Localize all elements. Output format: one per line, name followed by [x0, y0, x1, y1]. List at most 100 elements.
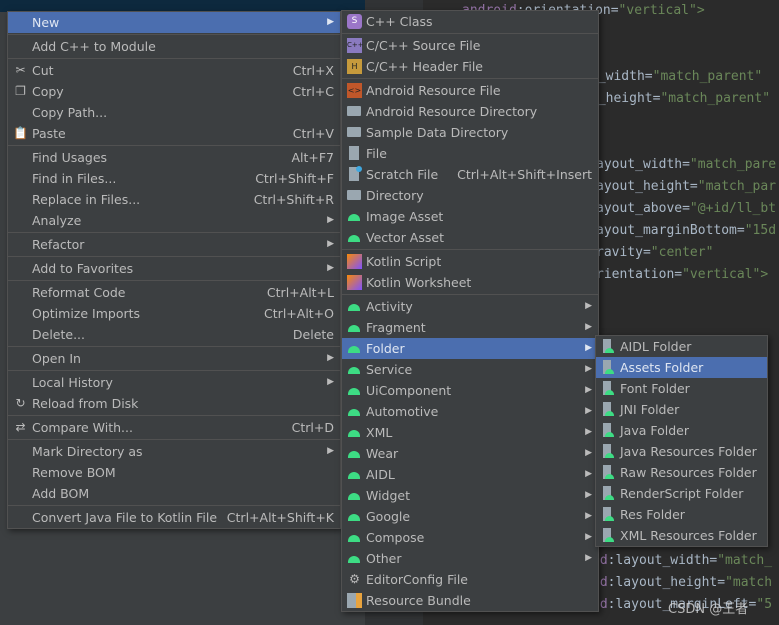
menu-item-fragment[interactable]: Fragment ▶: [342, 317, 598, 338]
menu-item-aidl[interactable]: AIDL ▶: [342, 464, 598, 485]
menu-item-label: C/C++ Header File: [366, 59, 483, 74]
menu-item-other[interactable]: Other ▶: [342, 548, 598, 569]
menu-separator: [8, 34, 340, 35]
menu-item-cut[interactable]: ✂ Cut Ctrl+X: [8, 60, 340, 81]
menu-item-scratch-file[interactable]: Scratch File Ctrl+Alt+Shift+Insert: [342, 164, 598, 185]
menu-item-uicomponent[interactable]: UiComponent ▶: [342, 380, 598, 401]
menu-item-image-asset[interactable]: Image Asset: [342, 206, 598, 227]
chevron-right-icon: ▶: [585, 385, 592, 395]
menu-item-local-history[interactable]: Local History ▶: [8, 372, 340, 393]
menu-item-automotive[interactable]: Automotive ▶: [342, 401, 598, 422]
menu-item-label: File: [366, 146, 387, 161]
menu-item-google[interactable]: Google ▶: [342, 506, 598, 527]
chevron-right-icon: ▶: [327, 377, 334, 387]
menu-item-aidl-folder[interactable]: AIDL Folder: [596, 336, 767, 357]
menu-item-activity[interactable]: Activity ▶: [342, 296, 598, 317]
code-line: id:layout_height="match: [592, 575, 772, 590]
menu-separator: [8, 415, 340, 416]
menu-item-new[interactable]: New ▶: [8, 12, 340, 33]
menu-item-compose[interactable]: Compose ▶: [342, 527, 598, 548]
menu-item-reload-from-disk[interactable]: ↻ Reload from Disk: [8, 393, 340, 414]
menu-item-find-usages[interactable]: Find Usages Alt+F7: [8, 147, 340, 168]
menu-item-editorconfig-file[interactable]: ⚙ EditorConfig File: [342, 569, 598, 590]
android-folder-icon: [596, 336, 614, 353]
menu-item-reformat-code[interactable]: Reformat Code Ctrl+Alt+L: [8, 282, 340, 303]
menu-item-xml-resources-folder[interactable]: XML Resources Folder: [596, 525, 767, 546]
menu-item-label: Android Resource File: [366, 83, 501, 98]
code-line: t_height="match_parent": [590, 91, 770, 106]
menu-item-label: New: [32, 15, 60, 30]
android-folder-icon: [596, 441, 614, 458]
menu-item-service[interactable]: Service ▶: [342, 359, 598, 380]
menu-item-label: Delete...: [32, 327, 85, 342]
menu-item-resource-bundle[interactable]: Resource Bundle: [342, 590, 598, 611]
menu-item-xml[interactable]: XML ▶: [342, 422, 598, 443]
menu-item-file[interactable]: File: [342, 143, 598, 164]
code-token: "match_parent": [652, 69, 763, 84]
menu-item-c-c-header-file[interactable]: H C/C++ Header File: [342, 56, 598, 77]
menu-item-c-class[interactable]: S C++ Class: [342, 11, 598, 32]
menu-item-label: Copy Path...: [32, 105, 108, 120]
menu-item-label: Fragment: [366, 320, 426, 335]
menu-item-label: Java Folder: [620, 423, 690, 438]
menu-item-c-c-source-file[interactable]: C++ C/C++ Source File: [342, 35, 598, 56]
menu-item-label: Analyze: [32, 213, 82, 228]
menu-item-label: Assets Folder: [620, 360, 704, 375]
chevron-right-icon: ▶: [585, 322, 592, 332]
menu-item-res-folder[interactable]: Res Folder: [596, 504, 767, 525]
menu-item-kotlin-worksheet[interactable]: Kotlin Worksheet: [342, 272, 598, 293]
android-icon: [342, 359, 360, 374]
android-icon: [342, 527, 360, 542]
menu-item-java-resources-folder[interactable]: Java Resources Folder: [596, 441, 767, 462]
code-token: ayout_width=: [596, 157, 690, 172]
menu-item-compare-with[interactable]: ⇄ Compare With... Ctrl+D: [8, 417, 340, 438]
menu-item-kotlin-script[interactable]: Kotlin Script: [342, 251, 598, 272]
menu-item-optimize-imports[interactable]: Optimize Imports Ctrl+Alt+O: [8, 303, 340, 324]
menu-item-open-in[interactable]: Open In ▶: [8, 348, 340, 369]
menu-item-remove-bom[interactable]: Remove BOM: [8, 462, 340, 483]
menu-item-mark-directory-as[interactable]: Mark Directory as ▶: [8, 441, 340, 462]
android-folder-icon: [596, 399, 614, 416]
code-token: "match_pare: [689, 157, 777, 172]
menu-item-label: Kotlin Script: [366, 254, 442, 269]
menu-separator: [8, 256, 340, 257]
menu-item-paste[interactable]: 📋 Paste Ctrl+V: [8, 123, 340, 144]
menu-item-font-folder[interactable]: Font Folder: [596, 378, 767, 399]
menu-item-renderscript-folder[interactable]: RenderScript Folder: [596, 483, 767, 504]
folder-submenu: AIDL Folder Assets Folder Font Folder JNI F…: [595, 335, 768, 547]
menu-item-analyze[interactable]: Analyze ▶: [8, 210, 340, 231]
menu-item-refactor[interactable]: Refactor ▶: [8, 234, 340, 255]
menu-item-label: Add C++ to Module: [32, 39, 156, 54]
code-token: ayout_marginBottom=: [596, 223, 745, 238]
menu-item-find-in-files[interactable]: Find in Files... Ctrl+Shift+F: [8, 168, 340, 189]
menu-item-java-folder[interactable]: Java Folder: [596, 420, 767, 441]
menu-item-assets-folder[interactable]: Assets Folder: [596, 357, 767, 378]
menu-item-add-to-favorites[interactable]: Add to Favorites ▶: [8, 258, 340, 279]
chevron-right-icon: ▶: [585, 490, 592, 500]
menu-item-convert-java-file-to-kotlin-file[interactable]: Convert Java File to Kotlin File Ctrl+Alt…: [8, 507, 340, 528]
android-icon: [342, 296, 360, 311]
menu-item-directory[interactable]: Directory: [342, 185, 598, 206]
menu-item-add-bom[interactable]: Add BOM: [8, 483, 340, 504]
menu-item-folder[interactable]: Folder ▶: [342, 338, 598, 359]
menu-item-label: Paste: [32, 126, 66, 141]
menu-item-label: Copy: [32, 84, 64, 99]
code-token: "match: [725, 575, 773, 590]
menu-separator: [8, 145, 340, 146]
android-folder-icon: [596, 357, 614, 374]
copy-icon: ❐: [15, 84, 26, 98]
menu-item-copy-path[interactable]: Copy Path...: [8, 102, 340, 123]
menu-item-widget[interactable]: Widget ▶: [342, 485, 598, 506]
menu-item-android-resource-file[interactable]: <> Android Resource File: [342, 80, 598, 101]
menu-item-sample-data-directory[interactable]: Sample Data Directory: [342, 122, 598, 143]
menu-item-raw-resources-folder[interactable]: Raw Resources Folder: [596, 462, 767, 483]
menu-item-android-resource-directory[interactable]: Android Resource Directory: [342, 101, 598, 122]
menu-item-wear[interactable]: Wear ▶: [342, 443, 598, 464]
chevron-right-icon: ▶: [585, 427, 592, 437]
menu-item-add-c-to-module[interactable]: Add C++ to Module: [8, 36, 340, 57]
menu-item-jni-folder[interactable]: JNI Folder: [596, 399, 767, 420]
menu-item-vector-asset[interactable]: Vector Asset: [342, 227, 598, 248]
menu-item-delete[interactable]: Delete... Delete: [8, 324, 340, 345]
menu-item-copy[interactable]: ❐ Copy Ctrl+C: [8, 81, 340, 102]
menu-item-replace-in-files[interactable]: Replace in Files... Ctrl+Shift+R: [8, 189, 340, 210]
